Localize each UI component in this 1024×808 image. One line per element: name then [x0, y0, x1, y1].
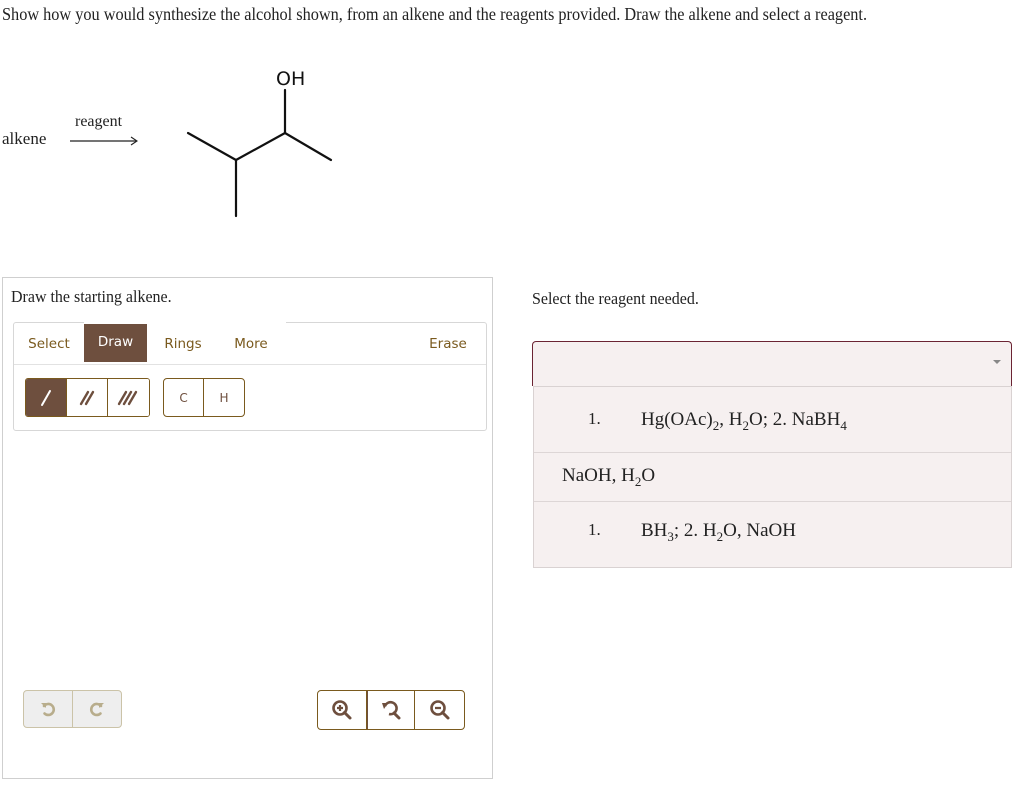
carbon-atom-button[interactable]: C	[164, 379, 205, 416]
option-label: BH3; 2. H2O, NaOH	[641, 520, 796, 544]
option-label: Hg(OAc)2, H2O; 2. NaBH4	[641, 409, 847, 433]
reactant-label: alkene	[2, 129, 47, 148]
reset-zoom-button[interactable]	[366, 691, 416, 729]
history-controls	[23, 690, 122, 728]
redo-icon	[89, 702, 104, 717]
product-structure: OH	[186, 68, 333, 218]
tool-tabs: Select Draw Rings More Erase	[14, 323, 486, 365]
zoom-out-button[interactable]	[415, 691, 464, 729]
redo-button[interactable]	[73, 691, 122, 727]
atom-tools: C H	[163, 378, 245, 417]
triple-bond-button[interactable]	[108, 379, 149, 416]
zoom-in-icon	[332, 700, 352, 720]
triple-bond-icon	[118, 390, 138, 405]
option-number: 1.	[588, 409, 601, 428]
reagent-options-list: 1. Hg(OAc)2, H2O; 2. NaBH4 NaOH, H2O 1. …	[533, 386, 1012, 568]
bond-backbone	[234, 131, 287, 162]
zoom-out-icon	[429, 700, 450, 720]
tab-select[interactable]: Select	[14, 323, 84, 363]
oh-label: OH	[276, 68, 305, 90]
reagent-select[interactable]	[532, 341, 1012, 386]
draw-panel-title: Draw the starting alkene.	[11, 287, 172, 306]
option-label: NaOH, H2O	[562, 465, 656, 489]
reagent-option[interactable]: NaOH, H2O	[534, 453, 1011, 502]
select-title: Select the reagent needed.	[532, 289, 699, 308]
single-bond-icon	[41, 389, 51, 406]
reagent-option[interactable]: 1. Hg(OAc)2, H2O; 2. NaBH4	[534, 387, 1011, 453]
reaction-arrow	[70, 136, 138, 146]
undo-button[interactable]	[24, 691, 73, 727]
zoom-controls	[317, 690, 465, 730]
double-bond-icon	[79, 390, 95, 405]
erase-button[interactable]: Erase	[418, 323, 478, 363]
reset-zoom-icon	[382, 700, 401, 720]
zoom-in-button[interactable]	[318, 691, 367, 729]
reagent-option[interactable]: 1. BH3; 2. H2O, NaOH	[534, 502, 1011, 568]
tab-more[interactable]: More	[219, 323, 283, 363]
hydrogen-atom-button[interactable]: H	[204, 379, 244, 416]
drawing-panel: Draw the starting alkene. Select Draw Ri…	[2, 277, 493, 779]
bond-methyl-left	[186, 131, 238, 162]
double-bond-button[interactable]	[67, 379, 108, 416]
bond-methyl-right	[283, 131, 333, 162]
option-number: 1.	[588, 520, 601, 539]
tab-rings[interactable]: Rings	[151, 323, 215, 363]
arrow-label: reagent	[75, 113, 123, 130]
single-bond-button[interactable]	[26, 379, 67, 416]
caret-down-icon	[993, 360, 1001, 364]
drawing-toolbar: Select Draw Rings More Erase C H	[13, 321, 487, 431]
question-text: Show how you would synthesize the alcoho…	[2, 4, 868, 24]
bond-tools	[25, 378, 150, 417]
undo-icon	[40, 702, 55, 717]
tab-draw[interactable]: Draw	[84, 324, 147, 362]
